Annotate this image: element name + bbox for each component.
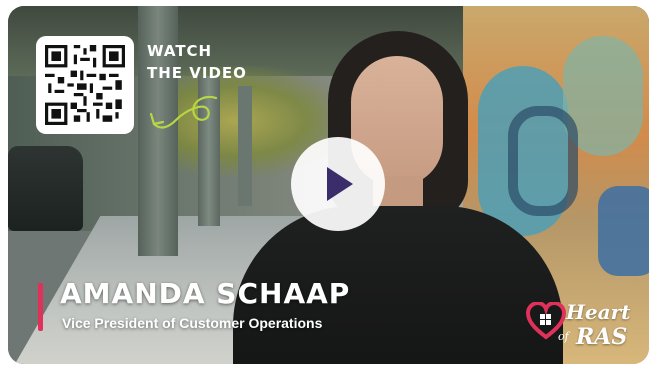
play-button[interactable]	[291, 137, 385, 231]
qr-cta-line2: THE VIDEO	[147, 64, 247, 82]
qr-code-icon	[45, 45, 125, 125]
qr-code[interactable]	[36, 36, 134, 134]
speaker-figure	[233, 26, 563, 364]
speaker-name: AMANDA SCHAAP	[60, 277, 351, 310]
heart-of-ras-logo: Heart of RAS	[526, 300, 644, 354]
logo-word-heart: Heart	[566, 300, 631, 324]
background-car	[8, 146, 83, 231]
video-card[interactable]: WATCH THE VIDEO AMANDA SCHAAP Vice Presi…	[8, 6, 649, 364]
play-icon	[327, 167, 353, 201]
mural-shape	[598, 186, 649, 276]
qr-cta-line1: WATCH	[147, 42, 213, 60]
logo-word-ras: RAS	[576, 324, 628, 350]
arrow-squiggle-icon	[149, 95, 218, 129]
qr-call-to-action: WATCH THE VIDEO	[147, 40, 247, 84]
name-accent-bar	[38, 283, 43, 331]
speaker-title: Vice President of Customer Operations	[62, 315, 323, 331]
logo-word-of: of	[558, 330, 569, 343]
